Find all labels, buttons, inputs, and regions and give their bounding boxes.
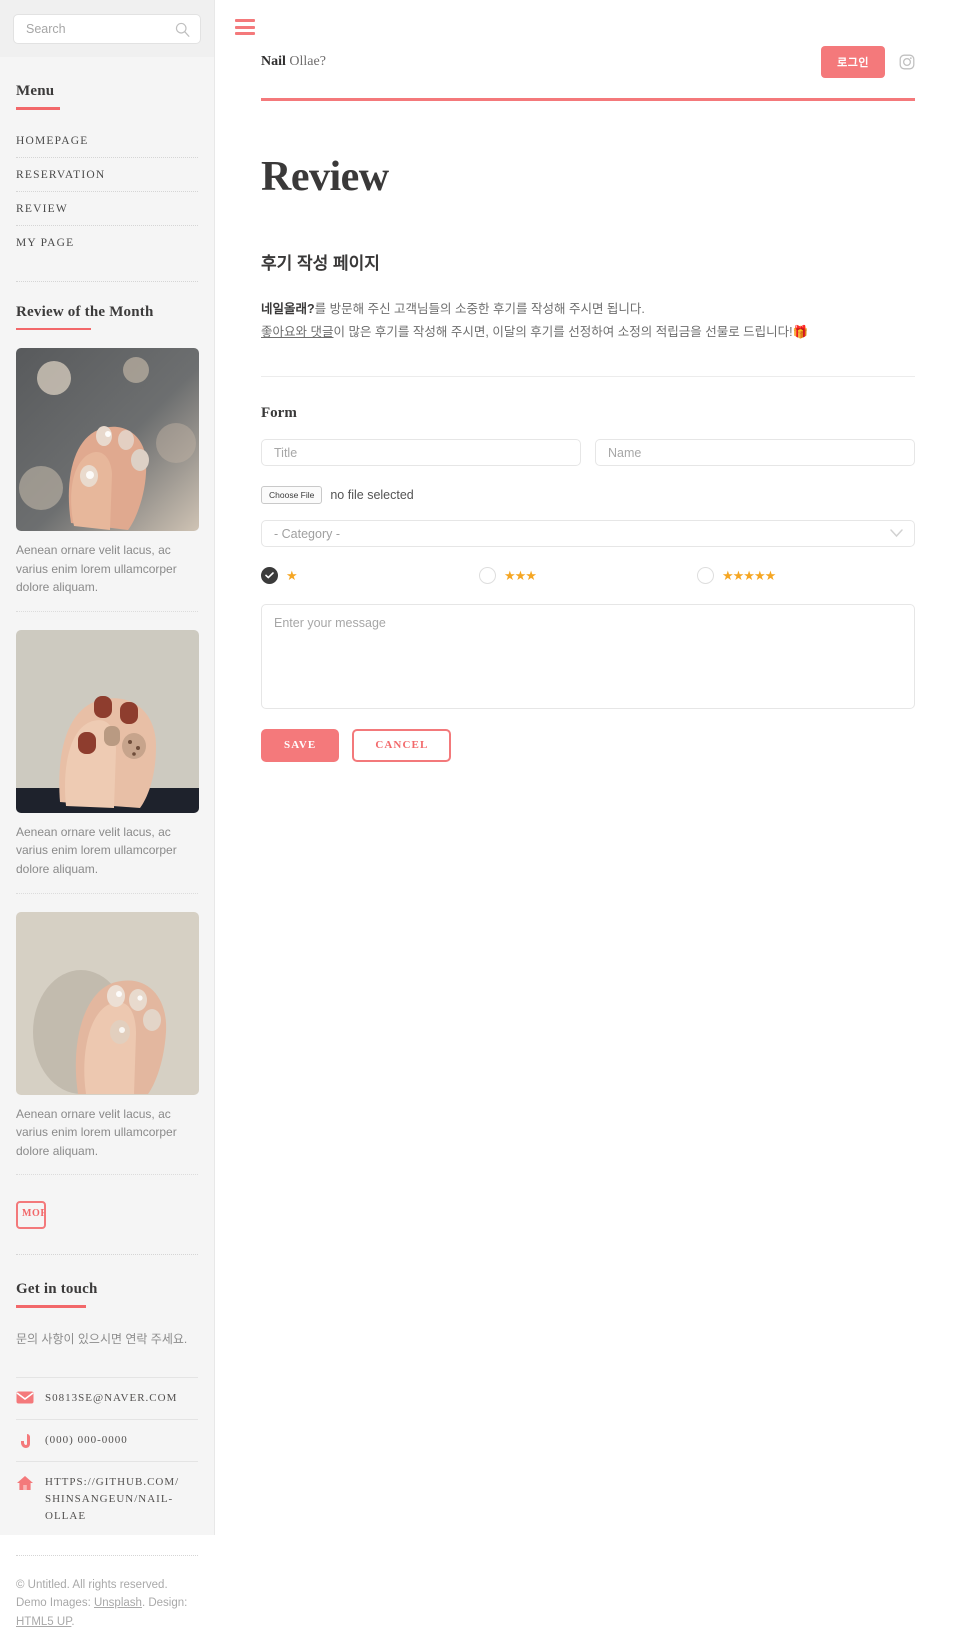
- intro-line1-rest: 를 방문해 주신 고객님들의 소중한 후기를 작성해 주시면 됩니다.: [314, 302, 645, 316]
- contact-row-email[interactable]: S0813SE@NAVER.COM: [16, 1376, 198, 1419]
- form-row-title-name: [261, 439, 915, 467]
- footer-text-c: .: [71, 1615, 75, 1628]
- envelope-icon: [16, 1390, 34, 1404]
- brand-bar: Nail Ollae? 로그인: [261, 0, 915, 78]
- search-box[interactable]: [13, 14, 201, 44]
- hamburger-bar-2: [235, 25, 255, 29]
- brand-rest: Ollae?: [285, 54, 326, 69]
- rating-stars-1: ★: [286, 568, 298, 584]
- search-section: [0, 0, 214, 57]
- title-input[interactable]: [261, 439, 581, 467]
- hamburger-icon[interactable]: [235, 19, 255, 35]
- site-brand[interactable]: Nail Ollae?: [261, 54, 326, 70]
- page-subtitle: 후기 작성 페이지: [261, 254, 380, 273]
- sidebar-item-my-page[interactable]: MY PAGE: [16, 226, 198, 259]
- page-title: Review: [261, 154, 389, 200]
- review-month-heading: Review of the Month: [16, 303, 154, 320]
- brand-underline: [261, 98, 915, 101]
- phone-icon: [16, 1432, 34, 1449]
- section-divider: [261, 376, 915, 378]
- intro-underline: 좋아요와 댓글: [261, 325, 334, 340]
- contact-email-text: S0813SE@NAVER.COM: [45, 1391, 178, 1404]
- rating-option-3[interactable]: ★★★: [479, 567, 697, 585]
- sidebar-menu: HOMEPAGE RESERVATION REVIEW MY PAGE: [16, 124, 198, 259]
- form-title: Form: [261, 405, 297, 422]
- rating-option-5[interactable]: ★★★★★: [697, 567, 915, 585]
- home-icon: [16, 1474, 34, 1491]
- file-status-label: no file selected: [330, 488, 414, 503]
- review-caption-2: Aenean ornare velit lacus, ac varius eni…: [16, 823, 198, 894]
- main-content: Nail Ollae? 로그인 Review 후기 작성 페이지 네일올래?를 …: [215, 0, 960, 1535]
- sidebar: Menu HOMEPAGE RESERVATION REVIEW MY PAGE…: [0, 0, 215, 1628]
- footer-text-b: . Design:: [141, 1597, 188, 1610]
- review-thumbnail-3[interactable]: [16, 911, 199, 1095]
- review-thumbnail-2[interactable]: [16, 629, 199, 813]
- menu-heading: Menu: [16, 83, 55, 99]
- page-root: Menu HOMEPAGE RESERVATION REVIEW MY PAGE…: [0, 0, 960, 1628]
- more-button[interactable]: MORE: [16, 1201, 46, 1230]
- review-thumbnail-1[interactable]: [16, 348, 199, 531]
- category-select[interactable]: - Category -: [261, 520, 915, 548]
- review-month-rule: [16, 327, 91, 330]
- rating-stars-3: ★★★: [504, 568, 537, 584]
- hamburger-bar-3: [235, 32, 255, 35]
- message-textarea[interactable]: [261, 604, 915, 710]
- intro-line2-rest: 이 많은 후기를 작성해 주시면, 이달의 후기를 선정하여 소정의 적립금을 …: [333, 325, 793, 340]
- hamburger-bar-1: [235, 19, 255, 22]
- choose-file-button[interactable]: Choose File: [261, 486, 323, 505]
- sidebar-item-reservation[interactable]: RESERVATION: [16, 158, 198, 192]
- rating-radio-1[interactable]: [261, 567, 278, 585]
- review-caption-3: Aenean ornare velit lacus, ac varius eni…: [16, 1105, 198, 1176]
- rating-radio-5[interactable]: [697, 567, 714, 585]
- name-field-wrap: [595, 439, 915, 467]
- rating-options: ★ ★★★ ★★★★★: [261, 567, 915, 585]
- intro-bold: 네일올래?: [261, 302, 315, 316]
- gift-emoji-icon: 🎁: [792, 325, 809, 340]
- contact-website-text: HTTPS://GITHUB.COM/ SHINSANGEUN/NAIL-OLL…: [45, 1475, 180, 1523]
- unsplash-link[interactable]: Unsplash: [94, 1597, 142, 1609]
- category-select-wrap: - Category -: [261, 520, 915, 548]
- rating-radio-3[interactable]: [479, 567, 496, 585]
- search-icon[interactable]: [174, 21, 191, 38]
- get-in-touch-heading: Get in touch: [16, 1281, 98, 1298]
- get-in-touch-rule: [16, 1305, 86, 1308]
- contact-row-website[interactable]: HTTPS://GITHUB.COM/ SHINSANGEUN/NAIL-OLL…: [16, 1460, 198, 1537]
- contact-phone-text: (000) 000-0000: [45, 1433, 128, 1446]
- menu-heading-rule: [16, 107, 60, 110]
- login-button[interactable]: 로그인: [821, 46, 885, 78]
- sidebar-item-review[interactable]: REVIEW: [16, 192, 198, 226]
- rating-option-1[interactable]: ★: [261, 567, 479, 585]
- cancel-button[interactable]: CANCEL: [352, 729, 452, 763]
- form-actions: SAVE CANCEL: [261, 729, 915, 763]
- contact-row-phone[interactable]: (000) 000-0000: [16, 1418, 198, 1461]
- sidebar-item-homepage[interactable]: HOMEPAGE: [16, 124, 198, 158]
- brand-bold: Nail: [261, 54, 286, 69]
- name-input[interactable]: [595, 439, 915, 467]
- file-upload-row: Choose File no file selected: [261, 486, 915, 505]
- save-button[interactable]: SAVE: [261, 729, 340, 763]
- intro-paragraph: 네일올래?를 방문해 주신 고객님들의 소중한 후기를 작성해 주시면 됩니다.…: [261, 298, 915, 344]
- search-input[interactable]: [14, 15, 200, 43]
- review-caption-1: Aenean ornare velit lacus, ac varius eni…: [16, 541, 198, 612]
- instagram-icon[interactable]: [899, 54, 915, 70]
- html5up-link[interactable]: HTML5 UP: [16, 1616, 71, 1628]
- rating-stars-5: ★★★★★: [722, 568, 776, 584]
- sidebar-footer: © Untitled. All rights reserved. Demo Im…: [16, 1555, 198, 1631]
- title-field-wrap: [261, 439, 581, 467]
- get-in-touch-desc: 문의 사항이 있으시면 연락 주세요.: [16, 1331, 188, 1346]
